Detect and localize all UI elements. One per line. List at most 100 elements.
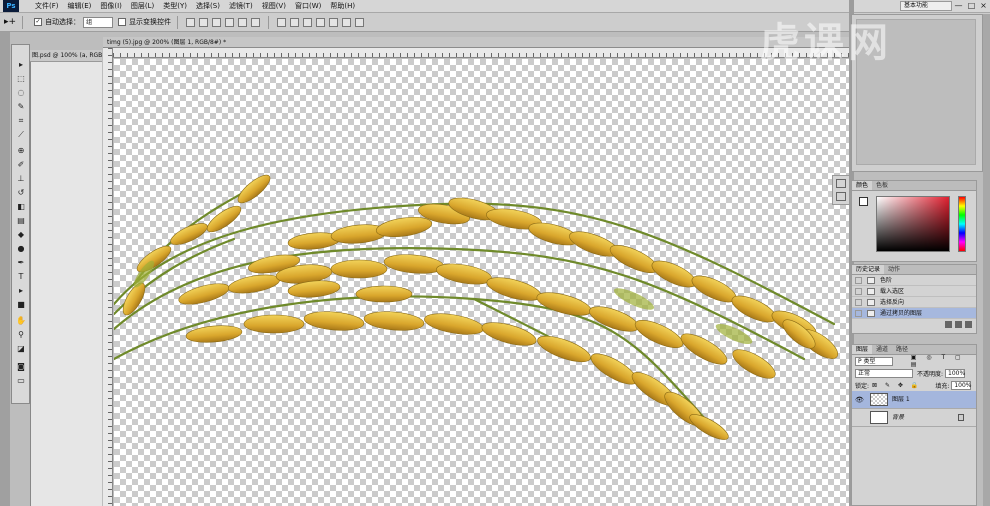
align-vcenter-icon[interactable] [199, 17, 209, 27]
menu-type[interactable]: 类型(Y) [163, 1, 187, 11]
watermark-logo: 虎课网 [760, 20, 892, 66]
filter-icons[interactable]: ▣ ◎ T ▢ ▤ [911, 354, 976, 368]
foreground-color-swatch[interactable] [859, 197, 868, 206]
camera-icon[interactable] [955, 320, 962, 328]
distribute-hcenter-icon[interactable] [329, 17, 339, 27]
divider [22, 15, 24, 29]
character-panel-icon[interactable] [836, 192, 846, 201]
fill-label: 填充: [935, 382, 950, 390]
tab-color[interactable]: 颜色 [852, 181, 873, 190]
layer-kind-filter[interactable]: P 类型 [855, 356, 893, 366]
type-tool-icon[interactable]: T [14, 271, 28, 282]
fill-input[interactable]: 100% [951, 380, 972, 390]
auto-select-checkbox[interactable]: ✓ [34, 18, 43, 26]
blend-row: 正常 不透明度: 100% [852, 367, 976, 379]
tab-layers[interactable]: 图层 [852, 345, 873, 354]
eraser-tool-icon[interactable]: ◧ [14, 201, 28, 212]
tab-history[interactable]: 历史记录 [852, 265, 885, 274]
tab-channels[interactable]: 通道 [872, 345, 892, 354]
history-step-icon [867, 277, 875, 284]
menu-filter[interactable]: 滤镜(T) [229, 1, 253, 11]
color-field[interactable] [876, 196, 950, 252]
layer-row[interactable]: 背景 [852, 409, 976, 427]
toolbox: ▸ ⬚ ◌ ✎ ⌗ ⟋ ⊕ ✐ ⊥ ↺ ◧ ▤ ◆ ● ✒ T ▸ ■ ✋ ⚲ … [11, 44, 30, 404]
menu-edit[interactable]: 编辑(E) [68, 1, 92, 11]
inactive-document-tab[interactable]: 图.psd @ 100% (a, RGB/8) [30, 50, 102, 62]
stamp-tool-icon[interactable]: ⊥ [14, 173, 28, 184]
dock-scrollbar[interactable] [983, 14, 990, 506]
history-item[interactable]: 载入选区 [852, 286, 976, 297]
menu-view[interactable]: 视图(V) [262, 1, 286, 11]
path-select-tool-icon[interactable]: ▸ [14, 285, 28, 296]
panel-toggle-icon[interactable] [836, 179, 846, 188]
hand-tool-icon[interactable]: ✋ [14, 315, 28, 326]
layer-name: 图层 1 [892, 396, 910, 403]
distribute-bottom-icon[interactable] [303, 17, 313, 27]
menu-image[interactable]: 图像(I) [100, 1, 122, 11]
align-bottom-icon[interactable] [212, 17, 222, 27]
screen-mode-icon[interactable]: ▭ [14, 375, 28, 386]
distribute-right-icon[interactable] [342, 17, 352, 27]
distribute-vcenter-icon[interactable] [290, 17, 300, 27]
history-step-icon [867, 299, 875, 306]
shape-tool-icon[interactable]: ■ [14, 299, 28, 310]
minimize-button[interactable]: — [953, 0, 964, 12]
menu-layer[interactable]: 图层(L) [131, 1, 154, 11]
align-hcenter-icon[interactable] [238, 17, 248, 27]
dodge-tool-icon[interactable]: ● [14, 243, 28, 254]
close-button[interactable]: × [978, 0, 989, 12]
tab-actions[interactable]: 动作 [884, 265, 904, 274]
history-item[interactable]: 色阶 [852, 275, 976, 286]
lasso-tool-icon[interactable]: ◌ [14, 87, 28, 98]
move-tool-icon[interactable]: ▸ [14, 59, 28, 70]
distribute-top-icon[interactable] [277, 17, 287, 27]
rice-ear-image [114, 174, 839, 440]
crop-tool-icon[interactable]: ⌗ [14, 115, 28, 126]
tab-paths[interactable]: 路径 [892, 345, 912, 354]
zoom-tool-icon[interactable]: ⚲ [14, 329, 28, 340]
history-item-selected[interactable]: 通过拷贝的图层 [852, 308, 976, 319]
menu-window[interactable]: 窗口(W) [295, 1, 321, 11]
blend-mode-select[interactable]: 正常 [855, 368, 913, 378]
quick-mask-icon[interactable]: ◙ [14, 361, 28, 372]
align-right-icon[interactable] [251, 17, 261, 27]
gradient-tool-icon[interactable]: ▤ [14, 215, 28, 226]
align-top-icon[interactable] [186, 17, 196, 27]
pen-tool-icon[interactable]: ✒ [14, 257, 28, 268]
color-swatches-icon[interactable]: ◪ [14, 343, 28, 354]
tab-swatches[interactable]: 色板 [872, 181, 892, 190]
history-brush-tool-icon[interactable]: ↺ [14, 187, 28, 198]
layer-row-selected[interactable]: 👁 图层 1 [852, 391, 976, 409]
opacity-input[interactable]: 100% [945, 368, 965, 378]
menu-help[interactable]: 帮助(H) [330, 1, 355, 11]
auto-select-dropdown[interactable]: 组 [83, 16, 114, 28]
show-transform-label: 显示变换控件 [129, 18, 172, 26]
marquee-tool-icon[interactable]: ⬚ [14, 73, 28, 84]
menu-select[interactable]: 选择(S) [196, 1, 220, 11]
move-tool-icon[interactable]: ▸+ [4, 17, 16, 27]
eye-icon[interactable]: 👁 [855, 396, 864, 404]
hue-slider[interactable] [958, 196, 966, 252]
healing-tool-icon[interactable]: ⊕ [14, 145, 28, 156]
history-item[interactable]: 选择反向 [852, 297, 976, 308]
eyedropper-tool-icon[interactable]: ⟋ [14, 129, 28, 140]
auto-align-icon[interactable] [355, 17, 365, 27]
layer-thumbnail [870, 393, 888, 406]
menu-file[interactable]: 文件(F) [35, 1, 59, 11]
new-document-from-state-icon[interactable] [945, 320, 952, 328]
align-left-icon[interactable] [225, 17, 235, 27]
trash-icon[interactable] [965, 320, 972, 328]
document-tab[interactable]: timg (5).jpg @ 200% (图层 1, RGB/8#) * [103, 37, 849, 48]
left-dock [0, 32, 10, 506]
show-transform-checkbox[interactable] [118, 18, 127, 26]
distribute-left-icon[interactable] [316, 17, 326, 27]
lock-icons[interactable]: ⊠ ✎ ✥ 🔒 [872, 382, 921, 389]
brush-tool-icon[interactable]: ✐ [14, 159, 28, 170]
eye-icon[interactable] [855, 414, 863, 422]
workspace-select[interactable]: 基本功能 [900, 1, 952, 11]
document-canvas[interactable] [114, 59, 849, 506]
blur-tool-icon[interactable]: ◆ [14, 229, 28, 240]
quick-select-tool-icon[interactable]: ✎ [14, 101, 28, 112]
maximize-button[interactable]: □ [966, 0, 977, 12]
color-panel: 颜色 色板 [851, 180, 977, 262]
